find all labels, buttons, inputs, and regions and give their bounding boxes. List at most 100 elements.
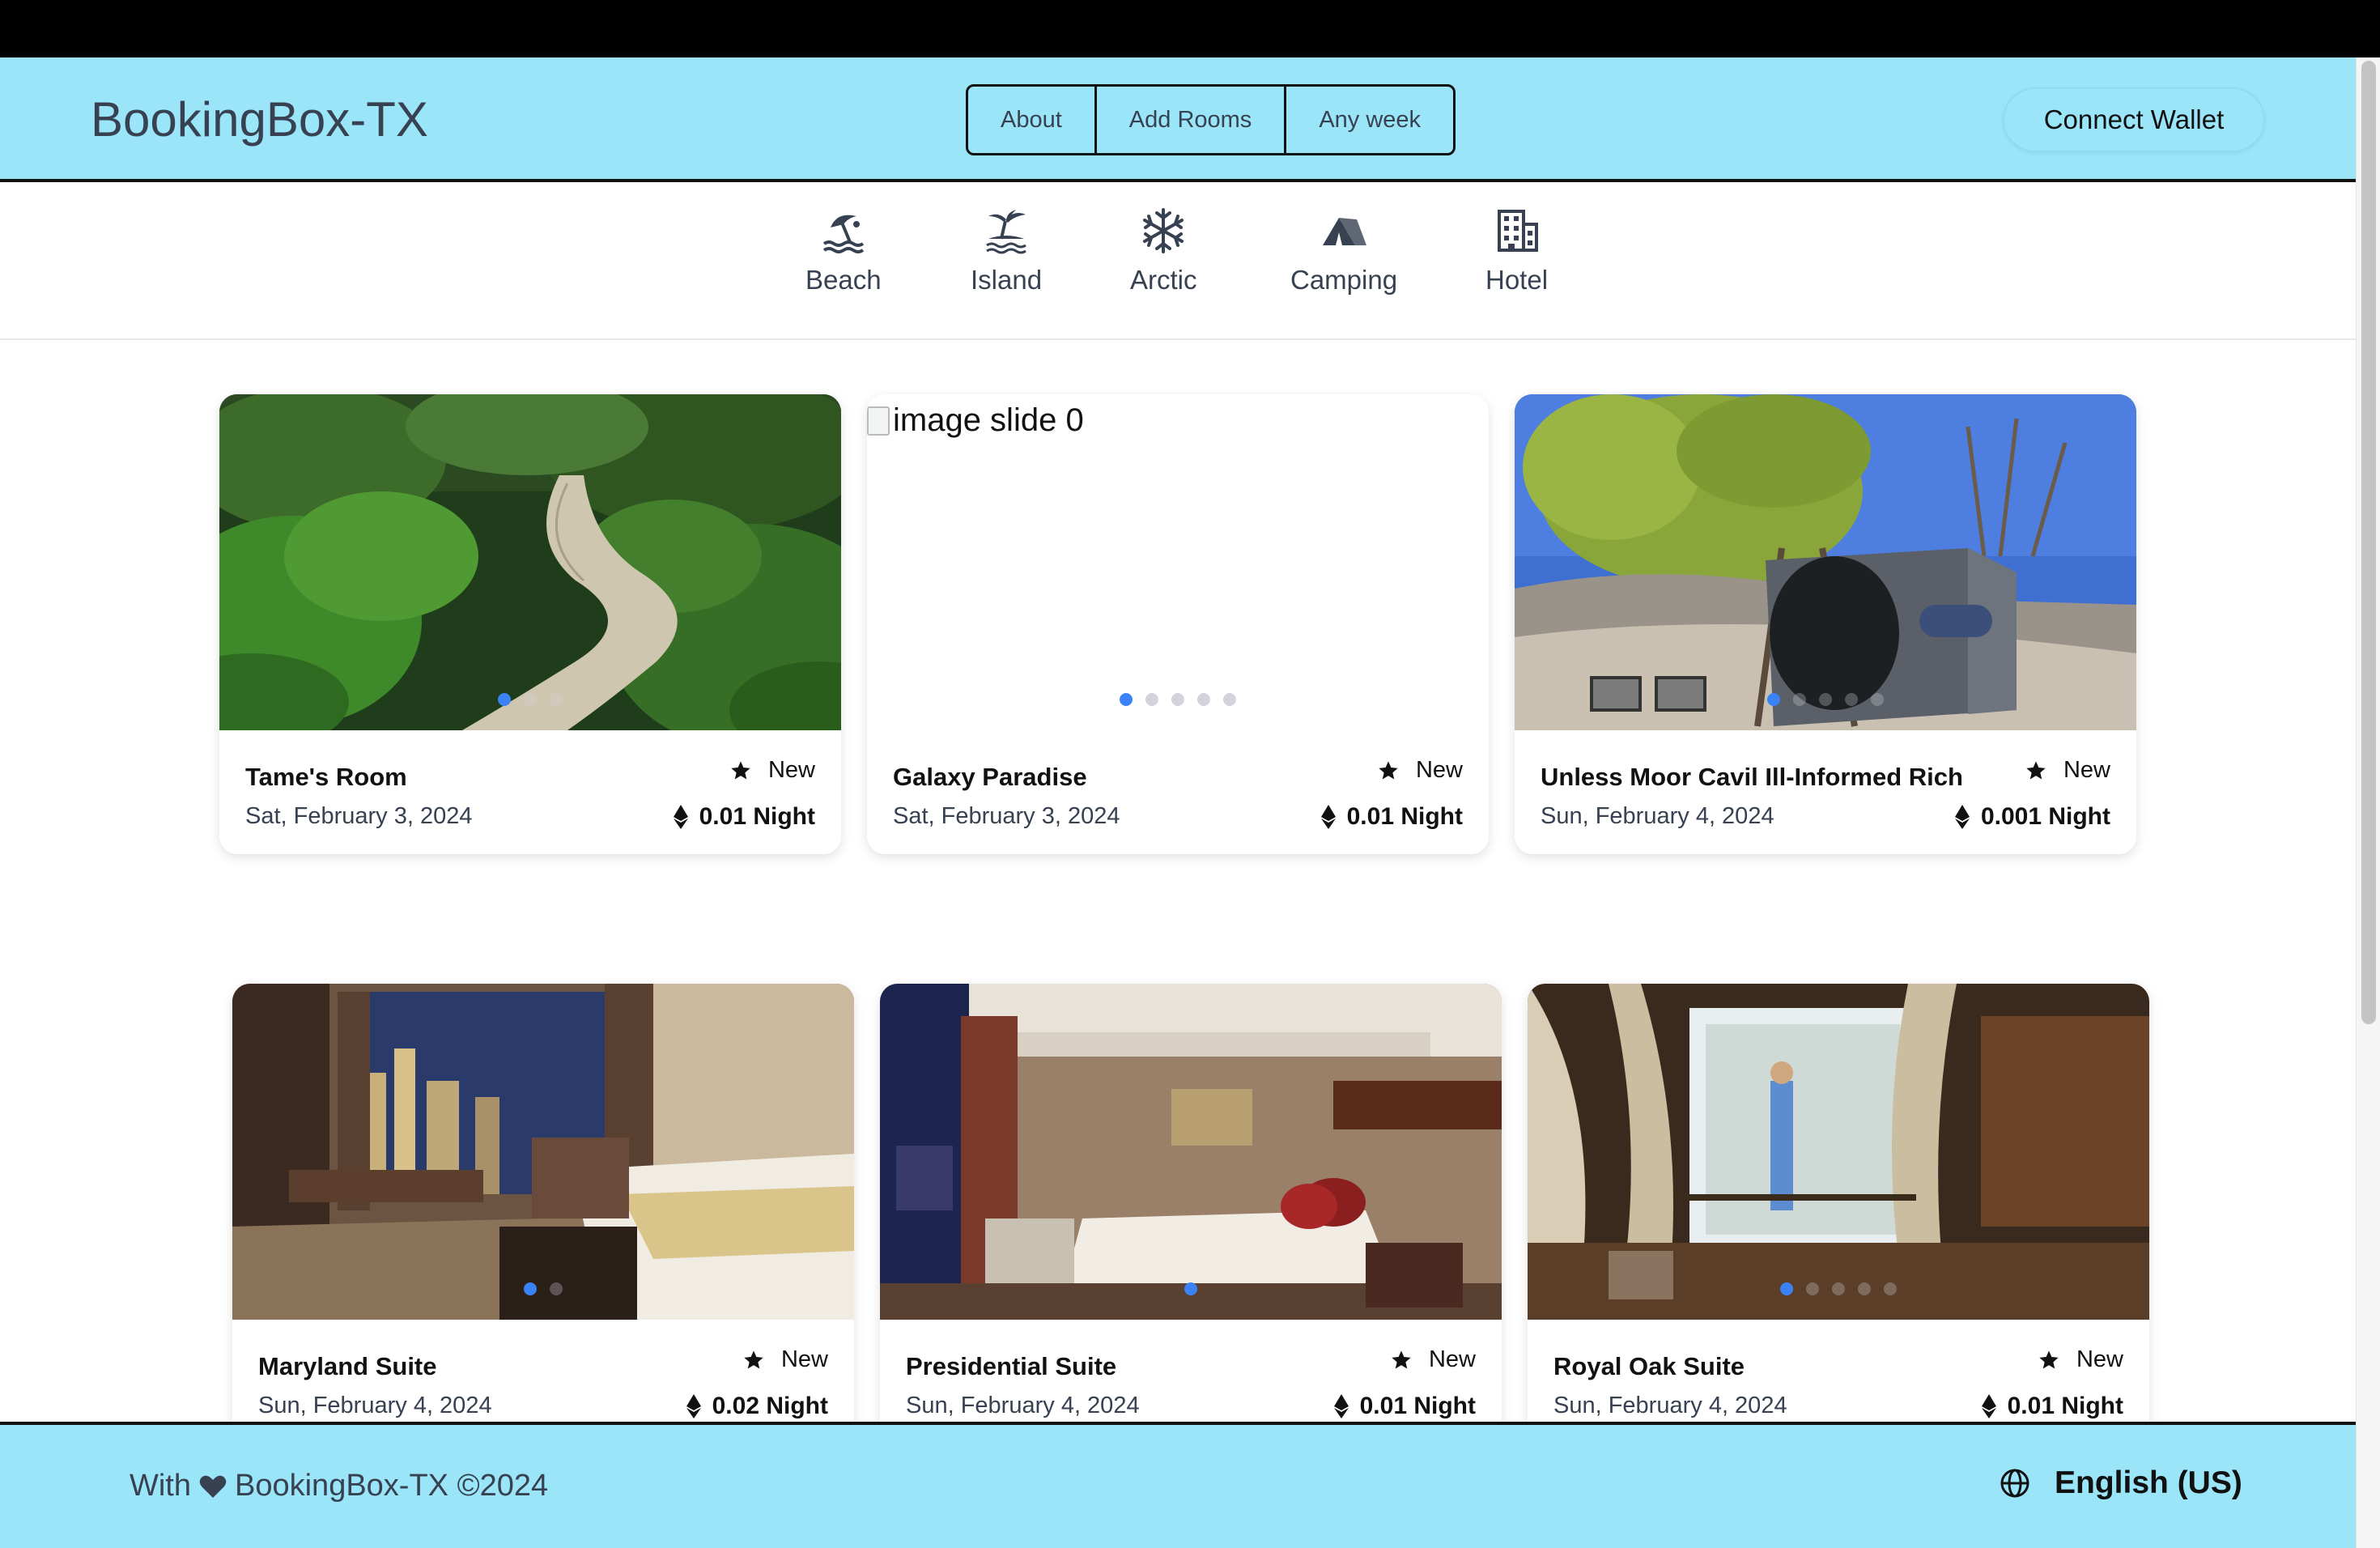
carousel-dot[interactable] xyxy=(1884,1282,1897,1295)
carousel-dot[interactable] xyxy=(1871,693,1884,706)
listing-card[interactable]: image slide 0 Galaxy Paradise Sat, Febru… xyxy=(867,394,1489,854)
listing-image[interactable]: image slide 0 xyxy=(867,394,1489,730)
badge-label: New xyxy=(1428,1346,1476,1372)
carousel-dot[interactable] xyxy=(1223,693,1236,706)
star-icon xyxy=(2026,760,2046,779)
listing-card[interactable]: Royal Oak Suite Sun, February 4, 2024 Ne… xyxy=(1528,984,2149,1444)
listing-title: Royal Oak Suite xyxy=(1553,1352,1745,1380)
snowflake-icon xyxy=(1143,208,1184,253)
star-icon xyxy=(731,760,750,779)
cabin-photo xyxy=(1515,394,2136,730)
price-label: 0.01 Night xyxy=(699,803,815,830)
listing-price: 0.001 Night xyxy=(1954,803,2110,831)
listing-image[interactable] xyxy=(219,394,841,730)
carousel-dot[interactable] xyxy=(524,1282,537,1295)
footer-with: With xyxy=(130,1469,191,1503)
add-rooms-button[interactable]: Add Rooms xyxy=(1097,87,1287,153)
carousel-dot[interactable] xyxy=(1819,693,1832,706)
category-hotel[interactable]: Hotel xyxy=(1485,206,1548,296)
carousel-dots xyxy=(1515,693,2136,706)
new-badge: New xyxy=(742,1346,828,1373)
image-alt-text: image slide 0 xyxy=(893,402,1084,438)
carousel-dot[interactable] xyxy=(1145,693,1158,706)
carousel-dots xyxy=(867,693,1489,706)
carousel-dot[interactable] xyxy=(1197,693,1210,706)
category-bar: Beach Island Arctic Camping Hotel xyxy=(0,182,2356,340)
ethereum-icon xyxy=(673,805,688,829)
listing-date: Sun, February 4, 2024 xyxy=(258,1393,492,1418)
rainforest-photo xyxy=(219,394,841,730)
price-label: 0.01 Night xyxy=(1346,803,1463,830)
listing-card[interactable]: Unless Moor Cavil Ill-Informed Rich Sun,… xyxy=(1515,394,2136,854)
carousel-dot[interactable] xyxy=(550,1282,563,1295)
site-header: BookingBox-TX About Add Rooms Any week C… xyxy=(0,57,2356,182)
new-badge: New xyxy=(1377,757,1463,784)
tent-icon xyxy=(1323,218,1367,245)
ethereum-icon xyxy=(1333,1394,1349,1418)
listing-image[interactable] xyxy=(1515,394,2136,730)
category-label: Hotel xyxy=(1485,265,1549,295)
brand-logo[interactable]: BookingBox-TX xyxy=(91,91,428,147)
listing-title: Maryland Suite xyxy=(258,1352,437,1380)
ethereum-icon xyxy=(1320,805,1336,829)
carousel-dot[interactable] xyxy=(1806,1282,1819,1295)
carousel-dot[interactable] xyxy=(1120,693,1133,706)
hotel-room-photo xyxy=(880,984,1502,1320)
carousel-dot[interactable] xyxy=(1858,1282,1871,1295)
badge-label: New xyxy=(767,757,815,783)
category-camping[interactable]: Camping xyxy=(1290,206,1397,296)
listing-image[interactable] xyxy=(232,984,854,1320)
listing-image[interactable] xyxy=(1528,984,2149,1320)
badge-label: New xyxy=(2076,1346,2123,1372)
category-label: Beach xyxy=(805,265,882,295)
carousel-dot[interactable] xyxy=(524,693,537,706)
listing-card[interactable]: Maryland Suite Sun, February 4, 2024 New… xyxy=(232,984,854,1444)
carousel-dot[interactable] xyxy=(550,693,563,706)
about-button[interactable]: About xyxy=(968,87,1097,153)
page-scrollbar[interactable] xyxy=(2356,57,2380,1548)
scrollbar-thumb[interactable] xyxy=(2361,61,2376,1024)
building-icon xyxy=(1497,210,1538,252)
listing-image[interactable] xyxy=(880,984,1502,1320)
listing-card[interactable]: Tame's Room Sat, February 3, 2024 New 0.… xyxy=(219,394,841,854)
globe-icon xyxy=(2000,1469,2029,1498)
any-week-button[interactable]: Any week xyxy=(1286,87,1453,153)
carousel-dot[interactable] xyxy=(1171,693,1184,706)
carousel-dot[interactable] xyxy=(1845,693,1858,706)
price-label: 0.01 Night xyxy=(2007,1393,2123,1419)
star-icon xyxy=(2039,1350,2059,1368)
carousel-dot[interactable] xyxy=(1184,1282,1197,1295)
broken-image: image slide 0 xyxy=(867,402,1084,439)
listing-card[interactable]: Presidential Suite Sun, February 4, 2024… xyxy=(880,984,1502,1444)
carousel-dots xyxy=(232,1282,854,1295)
ethereum-icon xyxy=(686,1394,701,1418)
new-badge: New xyxy=(1390,1346,1476,1373)
resort-room-photo xyxy=(1528,984,2149,1320)
carousel-dots xyxy=(880,1282,1502,1295)
ethereum-icon xyxy=(1954,805,1970,829)
carousel-dot[interactable] xyxy=(498,693,511,706)
beach-umbrella-icon xyxy=(822,215,864,253)
carousel-dot[interactable] xyxy=(1832,1282,1845,1295)
carousel-dot[interactable] xyxy=(1793,693,1806,706)
new-badge: New xyxy=(2025,757,2110,784)
ethereum-icon xyxy=(1981,1394,1996,1418)
language-label: English (US) xyxy=(2055,1465,2242,1500)
badge-label: New xyxy=(780,1346,828,1372)
star-icon xyxy=(1379,760,1398,779)
listing-title: Unless Moor Cavil Ill-Informed Rich xyxy=(1541,763,1963,791)
price-label: 0.01 Night xyxy=(1359,1393,1476,1419)
language-selector[interactable]: English (US) xyxy=(2000,1465,2242,1501)
listing-title: Galaxy Paradise xyxy=(893,763,1087,791)
price-label: 0.001 Night xyxy=(1980,803,2110,830)
browser-top-bar xyxy=(0,0,2380,57)
carousel-dot[interactable] xyxy=(1780,1282,1793,1295)
category-beach[interactable]: Beach xyxy=(805,206,882,296)
category-island[interactable]: Island xyxy=(971,206,1042,296)
connect-wallet-button[interactable]: Connect Wallet xyxy=(2003,87,2265,152)
listing-price: 0.01 Night xyxy=(1981,1393,2123,1420)
star-icon xyxy=(1392,1350,1411,1368)
carousel-dot[interactable] xyxy=(1767,693,1780,706)
category-arctic[interactable]: Arctic xyxy=(1130,206,1197,296)
category-label: Arctic xyxy=(1130,265,1197,295)
